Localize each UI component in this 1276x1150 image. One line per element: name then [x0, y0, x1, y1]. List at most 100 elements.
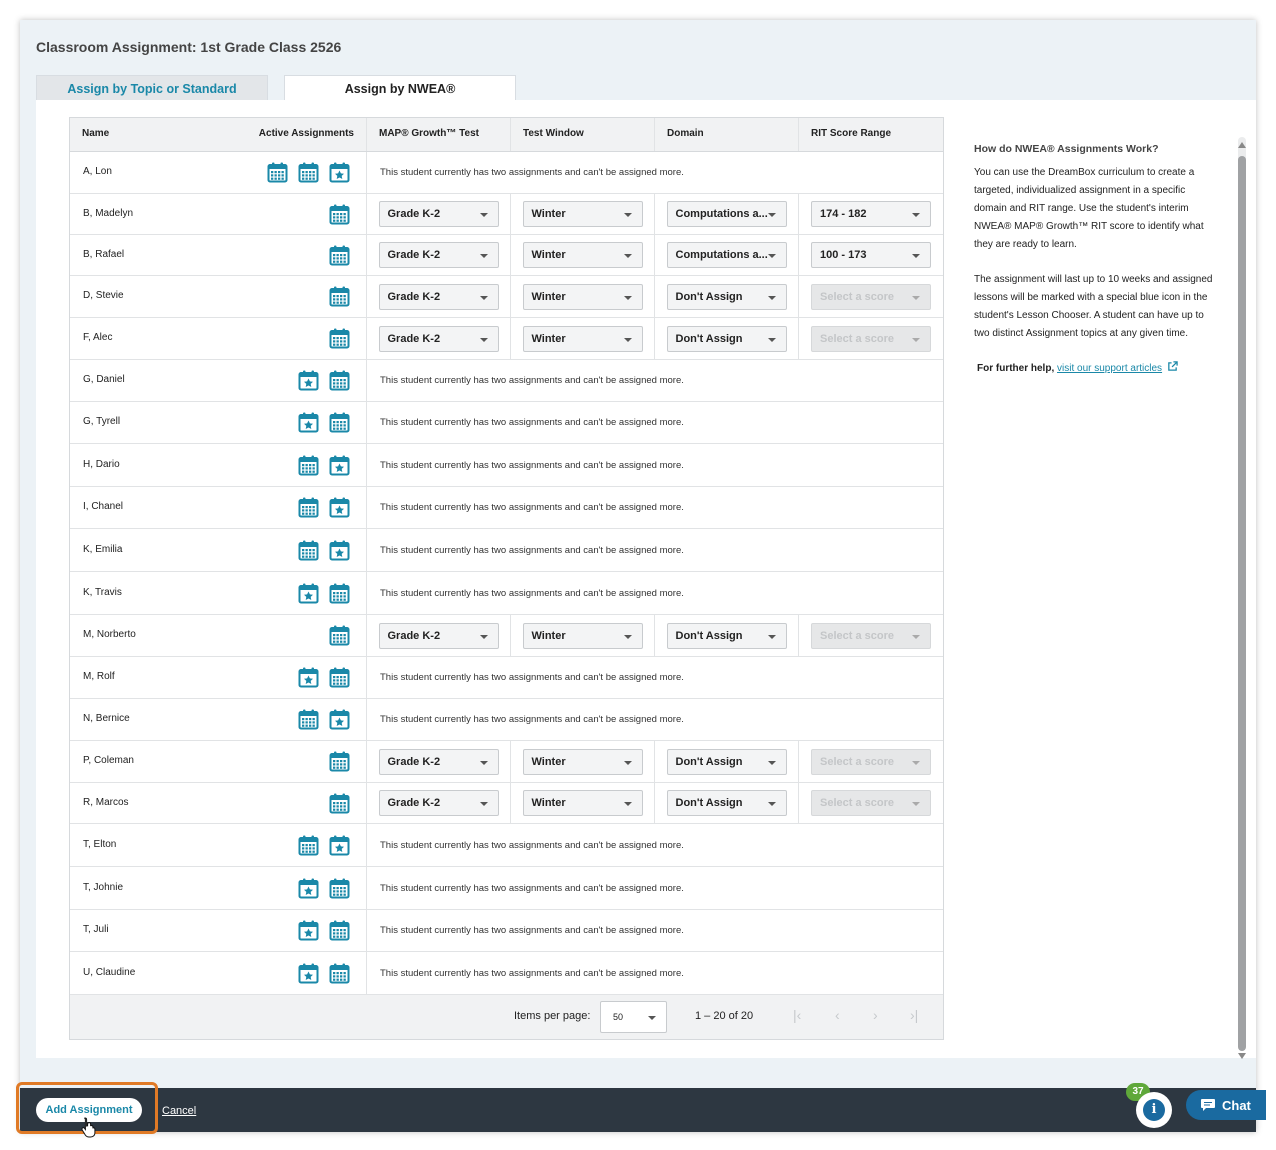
max-assignments-message: This student currently has two assignmen… [380, 714, 684, 725]
calendar-icon [329, 920, 350, 941]
table-row: T, Juli This student currently has two as… [70, 910, 943, 952]
map-growth-test-cell: Grade K-2 [367, 615, 511, 656]
page-title: Classroom Assignment: 1st Grade Class 25… [36, 39, 342, 55]
items-per-page-select[interactable]: 50 [600, 1001, 667, 1033]
domain-select[interactable]: Computations a... [666, 201, 787, 227]
chat-button[interactable]: Chat [1186, 1090, 1266, 1120]
tab-assign-by-nwea[interactable]: Assign by NWEA® [284, 75, 516, 101]
rit-score-range-value: 174 - 182 [820, 208, 867, 220]
rit-score-range-select: Select a score [811, 283, 931, 310]
map-growth-test-select[interactable]: Grade K-2 [378, 790, 499, 816]
chevron-down-icon [623, 337, 632, 342]
rit-score-range-value: Select a score [820, 629, 894, 642]
map-growth-test-cell: Grade K-2 [367, 194, 511, 234]
chevron-down-icon [623, 295, 632, 300]
domain-cell: Don't Assign [655, 783, 799, 823]
previous-page-icon[interactable]: ‹ [835, 1007, 840, 1023]
active-assignment-icons [329, 286, 350, 307]
map-growth-test-select[interactable]: Grade K-2 [378, 242, 499, 268]
name-cell: G, Tyrell [70, 402, 367, 443]
domain-select[interactable]: Don't Assign [666, 790, 787, 816]
test-window-select[interactable]: Winter [522, 283, 643, 310]
test-window-cell: Winter [511, 741, 655, 782]
test-window-cell: Winter [511, 194, 655, 234]
map-growth-test-select[interactable]: Grade K-2 [378, 748, 499, 775]
name-cell: D, Stevie [70, 276, 367, 317]
test-window-select[interactable]: Winter [522, 790, 643, 816]
scroll-down-arrow-icon[interactable] [1238, 1053, 1246, 1059]
active-assignment-icons [329, 793, 350, 814]
last-page-icon[interactable]: ›| [910, 1007, 918, 1023]
first-page-icon[interactable]: |‹ [793, 1007, 801, 1023]
external-link-icon [1168, 361, 1178, 371]
rit-score-range-cell: 100 - 173 [799, 235, 943, 275]
map-growth-test-select[interactable]: Grade K-2 [378, 325, 499, 352]
active-assignment-icons [298, 878, 350, 899]
test-window-select[interactable]: Winter [522, 325, 643, 352]
support-articles-link[interactable]: visit our support articles [1057, 363, 1162, 374]
map-growth-test-select[interactable]: Grade K-2 [378, 622, 499, 649]
map-growth-test-cell: Grade K-2 [367, 783, 511, 823]
table-row: D, Stevie Grade K-2 Winter Don't Assign Sele… [70, 276, 943, 318]
chevron-down-icon [623, 802, 632, 806]
test-window-select[interactable]: Winter [522, 622, 643, 649]
active-assignment-icons [298, 540, 350, 561]
hand-pointer-icon [81, 1117, 96, 1138]
rit-score-range-select[interactable]: 100 - 173 [811, 242, 931, 268]
table-row: U, Claudine This student currently has tw… [70, 952, 943, 995]
calendar-icon [329, 204, 350, 225]
help-further-prefix: For further help, [977, 363, 1055, 374]
next-page-icon[interactable]: › [873, 1007, 878, 1023]
map-growth-test-value: Grade K-2 [387, 332, 441, 345]
header-active-assignments: Active Assignments [258, 128, 354, 139]
table-row: K, Travis This student currently has two … [70, 572, 943, 615]
active-assignment-icons [329, 328, 350, 349]
map-growth-test-cell: Grade K-2 [367, 235, 511, 275]
active-assignment-icons [298, 667, 350, 688]
domain-select[interactable]: Don't Assign [666, 283, 787, 310]
calendar-star-icon [298, 920, 319, 941]
student-name: H, Dario [83, 459, 120, 470]
student-name: A, Lon [83, 166, 112, 177]
name-cell: I, Chanel [70, 487, 367, 528]
name-cell: T, Juli [70, 910, 367, 951]
info-button[interactable]: i [1136, 1092, 1172, 1128]
rit-score-range-select[interactable]: 174 - 182 [811, 201, 931, 227]
tab-assign-by-topic[interactable]: Assign by Topic or Standard [36, 75, 268, 101]
active-assignment-icons [298, 920, 350, 941]
test-window-select[interactable]: Winter [522, 201, 643, 227]
map-growth-test-select[interactable]: Grade K-2 [378, 283, 499, 310]
scrollbar-thumb[interactable] [1238, 156, 1246, 1051]
calendar-star-icon [329, 455, 350, 476]
active-assignment-icons [298, 412, 350, 433]
test-window-cell: Winter [511, 235, 655, 275]
name-cell: K, Travis [70, 572, 367, 614]
domain-value: Don't Assign [675, 332, 743, 345]
student-name: P, Coleman [83, 755, 134, 766]
active-assignment-icons [298, 370, 350, 391]
test-window-select[interactable]: Winter [522, 242, 643, 268]
scroll-up-arrow-icon[interactable] [1238, 142, 1246, 148]
calendar-icon [329, 667, 350, 688]
domain-select[interactable]: Don't Assign [666, 748, 787, 775]
calendar-icon [329, 878, 350, 899]
chevron-down-icon [767, 337, 776, 342]
name-cell: K, Emilia [70, 529, 367, 571]
chevron-down-icon [623, 254, 632, 258]
test-window-select[interactable]: Winter [522, 748, 643, 775]
student-name: T, Johnie [83, 882, 124, 893]
calendar-icon [329, 286, 350, 307]
domain-select[interactable]: Computations a... [666, 242, 787, 268]
domain-select[interactable]: Don't Assign [666, 622, 787, 649]
student-name: U, Claudine [83, 967, 136, 978]
rit-score-range-select: Select a score [811, 748, 931, 775]
domain-cell: Don't Assign [655, 276, 799, 317]
map-growth-test-select[interactable]: Grade K-2 [378, 201, 499, 227]
pagination-bar: Items per page: 50 1 – 20 of 20 |‹ ‹ › ›… [70, 995, 943, 1039]
calendar-star-icon [329, 835, 350, 856]
domain-select[interactable]: Don't Assign [666, 325, 787, 352]
map-growth-test-value: Grade K-2 [387, 249, 441, 261]
table-row: T, Elton This student currently has two a… [70, 824, 943, 867]
domain-value: Computations a... [675, 208, 768, 220]
cancel-link[interactable]: Cancel [162, 1105, 196, 1117]
